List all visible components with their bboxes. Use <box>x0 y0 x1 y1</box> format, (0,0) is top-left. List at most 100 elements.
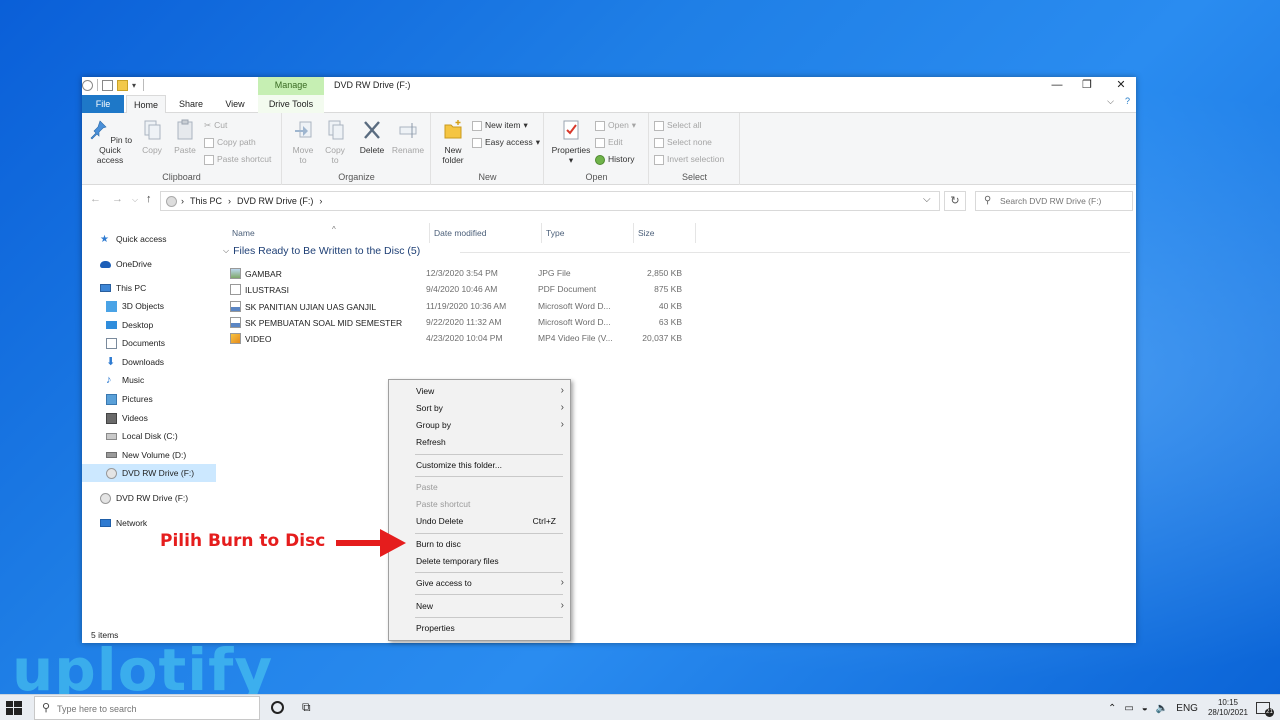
recent-locations-chevron-icon[interactable]: ⌵ <box>132 195 138 205</box>
column-header-type[interactable]: Type <box>542 223 634 243</box>
group-header[interactable]: ⌵ Files Ready to Be Written to the Disc (… <box>223 245 420 257</box>
sidebar-item-quick-access[interactable]: ★ Quick access <box>82 230 216 248</box>
menu-item-paste[interactable]: Paste <box>389 479 570 496</box>
address-dropdown-chevron-icon[interactable]: ⌵ <box>923 194 935 205</box>
taskbar-search[interactable]: ⚲ <box>34 696 260 720</box>
easy-access-button[interactable]: Easy access ▾ <box>472 136 540 149</box>
sidebar-item-dvd-drive-f[interactable]: DVD RW Drive (F:) <box>82 464 216 482</box>
address-row: ← → ⌵ ↑ › This PC › DVD RW Drive (F:) › … <box>82 185 1136 215</box>
ribbon-toggle-chevron-icon[interactable]: ⌵ <box>1107 96 1114 107</box>
tab-home[interactable]: Home <box>126 95 166 114</box>
tab-drive-tools[interactable]: Drive Tools <box>258 95 324 113</box>
menu-item-delete-temporary-files[interactable]: Delete temporary files <box>389 553 570 570</box>
close-button[interactable]: ✕ <box>1106 78 1136 94</box>
menu-item-new[interactable]: New › <box>389 598 570 615</box>
sidebar-item-network[interactable]: Network <box>82 514 216 532</box>
column-header-name[interactable]: Name ^ <box>228 223 430 243</box>
address-bar[interactable]: › This PC › DVD RW Drive (F:) › ⌵ <box>160 191 940 211</box>
language-indicator[interactable]: ENG <box>1176 703 1198 714</box>
clock[interactable]: 10:15 28/10/2021 <box>1208 698 1248 718</box>
cortana-icon[interactable] <box>271 701 284 714</box>
sidebar-item-new-volume-d[interactable]: New Volume (D:) <box>82 446 216 464</box>
sidebar-item-pictures[interactable]: Pictures <box>82 390 216 408</box>
sidebar-item-documents[interactable]: Documents <box>82 334 216 352</box>
select-all-label: Select all <box>667 120 702 130</box>
file-row[interactable]: SK PEMBUATAN SOAL MID SEMESTER 9/22/2020… <box>230 314 1130 330</box>
new-folder-button[interactable]: New folder <box>436 119 470 165</box>
column-header-date[interactable]: Date modified <box>430 223 542 243</box>
menu-item-give-access-to[interactable]: Give access to › <box>389 575 570 592</box>
sidebar-item-local-disk-c[interactable]: Local Disk (C:) <box>82 427 216 445</box>
menu-item-refresh[interactable]: Refresh <box>389 434 570 451</box>
sidebar-item-3d-objects[interactable]: 3D Objects <box>82 297 216 315</box>
paste-button[interactable]: Paste <box>170 119 200 155</box>
select-all-button[interactable]: Select all <box>654 119 702 132</box>
windows-start-icon[interactable] <box>6 701 22 715</box>
invert-selection-button[interactable]: Invert selection <box>654 153 724 166</box>
volume-icon[interactable]: 🔈 <box>1156 703 1168 714</box>
network-tray-icon[interactable]: ◒ <box>1142 703 1148 714</box>
copy-to-button[interactable]: Copy to <box>321 119 349 165</box>
sidebar-item-desktop[interactable]: Desktop <box>82 316 216 334</box>
taskbar-search-input[interactable] <box>57 701 253 716</box>
copy-path-button[interactable]: Copy path <box>204 136 256 149</box>
new-item-button[interactable]: New item ▾ <box>472 119 528 132</box>
search-box[interactable]: ⚲ <box>975 191 1133 211</box>
paste-shortcut-button[interactable]: Paste shortcut <box>204 153 271 166</box>
menu-item-burn-to-disc[interactable]: Burn to disc <box>389 536 570 553</box>
column-header-size[interactable]: Size <box>634 223 696 243</box>
notification-center-icon[interactable]: 21 <box>1256 702 1274 717</box>
up-arrow-icon[interactable]: ↑ <box>146 193 152 205</box>
sidebar-item-label: DVD RW Drive (F:) <box>122 468 195 478</box>
move-to-button[interactable]: Move to <box>289 119 317 165</box>
sidebar-item-music[interactable]: ♪ Music <box>82 371 216 389</box>
computer-icon <box>100 284 111 292</box>
minimize-button[interactable]: — <box>1042 78 1072 94</box>
tab-view[interactable]: View <box>218 95 252 113</box>
copy-button[interactable]: Copy <box>138 119 166 155</box>
maximize-button[interactable]: ❐ <box>1072 78 1102 94</box>
menu-item-undo-delete[interactable]: Undo Delete Ctrl+Z <box>389 513 570 530</box>
menu-item-customize-folder[interactable]: Customize this folder... <box>389 457 570 474</box>
sidebar-item-videos[interactable]: Videos <box>82 409 216 427</box>
menu-item-group-by[interactable]: Group by › <box>389 417 570 434</box>
rename-button[interactable]: Rename <box>391 119 425 155</box>
show-hidden-icons-chevron-icon[interactable]: ⌃ <box>1108 703 1116 714</box>
refresh-button[interactable]: ↻ <box>944 191 966 211</box>
history-label: History <box>608 154 635 164</box>
battery-icon[interactable]: ▭ <box>1124 703 1133 714</box>
select-none-button[interactable]: Select none <box>654 136 712 149</box>
sidebar-item-downloads[interactable]: ⬇ Downloads <box>82 353 216 371</box>
file-row[interactable]: SK PANITIAN UJIAN UAS GANJIL 11/19/2020 … <box>230 298 1130 314</box>
search-input[interactable] <box>1000 194 1130 208</box>
tab-share[interactable]: Share <box>174 95 208 113</box>
file-row[interactable]: GAMBAR 12/3/2020 3:54 PM JPG File 2,850 … <box>230 265 1130 281</box>
cut-button[interactable]: ✂ Cut <box>204 119 227 132</box>
tab-file[interactable]: File <box>82 95 124 113</box>
delete-button[interactable]: Delete <box>357 119 387 155</box>
help-icon[interactable]: ? <box>1125 96 1130 106</box>
forward-arrow-icon[interactable]: → <box>112 193 123 205</box>
menu-item-paste-shortcut[interactable]: Paste shortcut <box>389 496 570 513</box>
breadcrumb-dvd-drive[interactable]: DVD RW Drive (F:) <box>237 196 313 206</box>
sidebar-item-this-pc[interactable]: This PC <box>82 279 216 297</box>
menu-item-sort-by[interactable]: Sort by › <box>389 400 570 417</box>
file-row[interactable]: VIDEO 4/23/2020 10:04 PM MP4 Video File … <box>230 330 1130 346</box>
task-view-icon[interactable]: ⧉ <box>302 700 311 715</box>
back-arrow-icon[interactable]: ← <box>90 193 101 205</box>
customize-toolbar-chevron-icon[interactable]: ▾ <box>132 80 139 91</box>
file-row[interactable]: ILUSTRASI 9/4/2020 10:46 AM PDF Document… <box>230 281 1130 297</box>
properties-button[interactable]: Properties ▾ <box>547 119 595 165</box>
menu-item-properties[interactable]: Properties <box>389 620 570 637</box>
open-button[interactable]: Open ▾ <box>595 119 636 132</box>
dvd-drive-icon <box>166 196 177 207</box>
sidebar-item-dvd-drive-f-root[interactable]: DVD RW Drive (F:) <box>82 489 216 507</box>
breadcrumb-this-pc[interactable]: This PC <box>190 196 222 206</box>
pin-to-quick-access-button[interactable]: Pin to Quick access <box>85 119 135 165</box>
history-button[interactable]: History <box>595 153 634 166</box>
sidebar-item-onedrive[interactable]: OneDrive <box>82 255 216 273</box>
edit-button[interactable]: Edit <box>595 136 623 149</box>
properties-quick-icon[interactable] <box>102 79 113 91</box>
new-folder-quick-icon[interactable] <box>117 79 128 91</box>
menu-item-view[interactable]: View › <box>389 383 570 400</box>
